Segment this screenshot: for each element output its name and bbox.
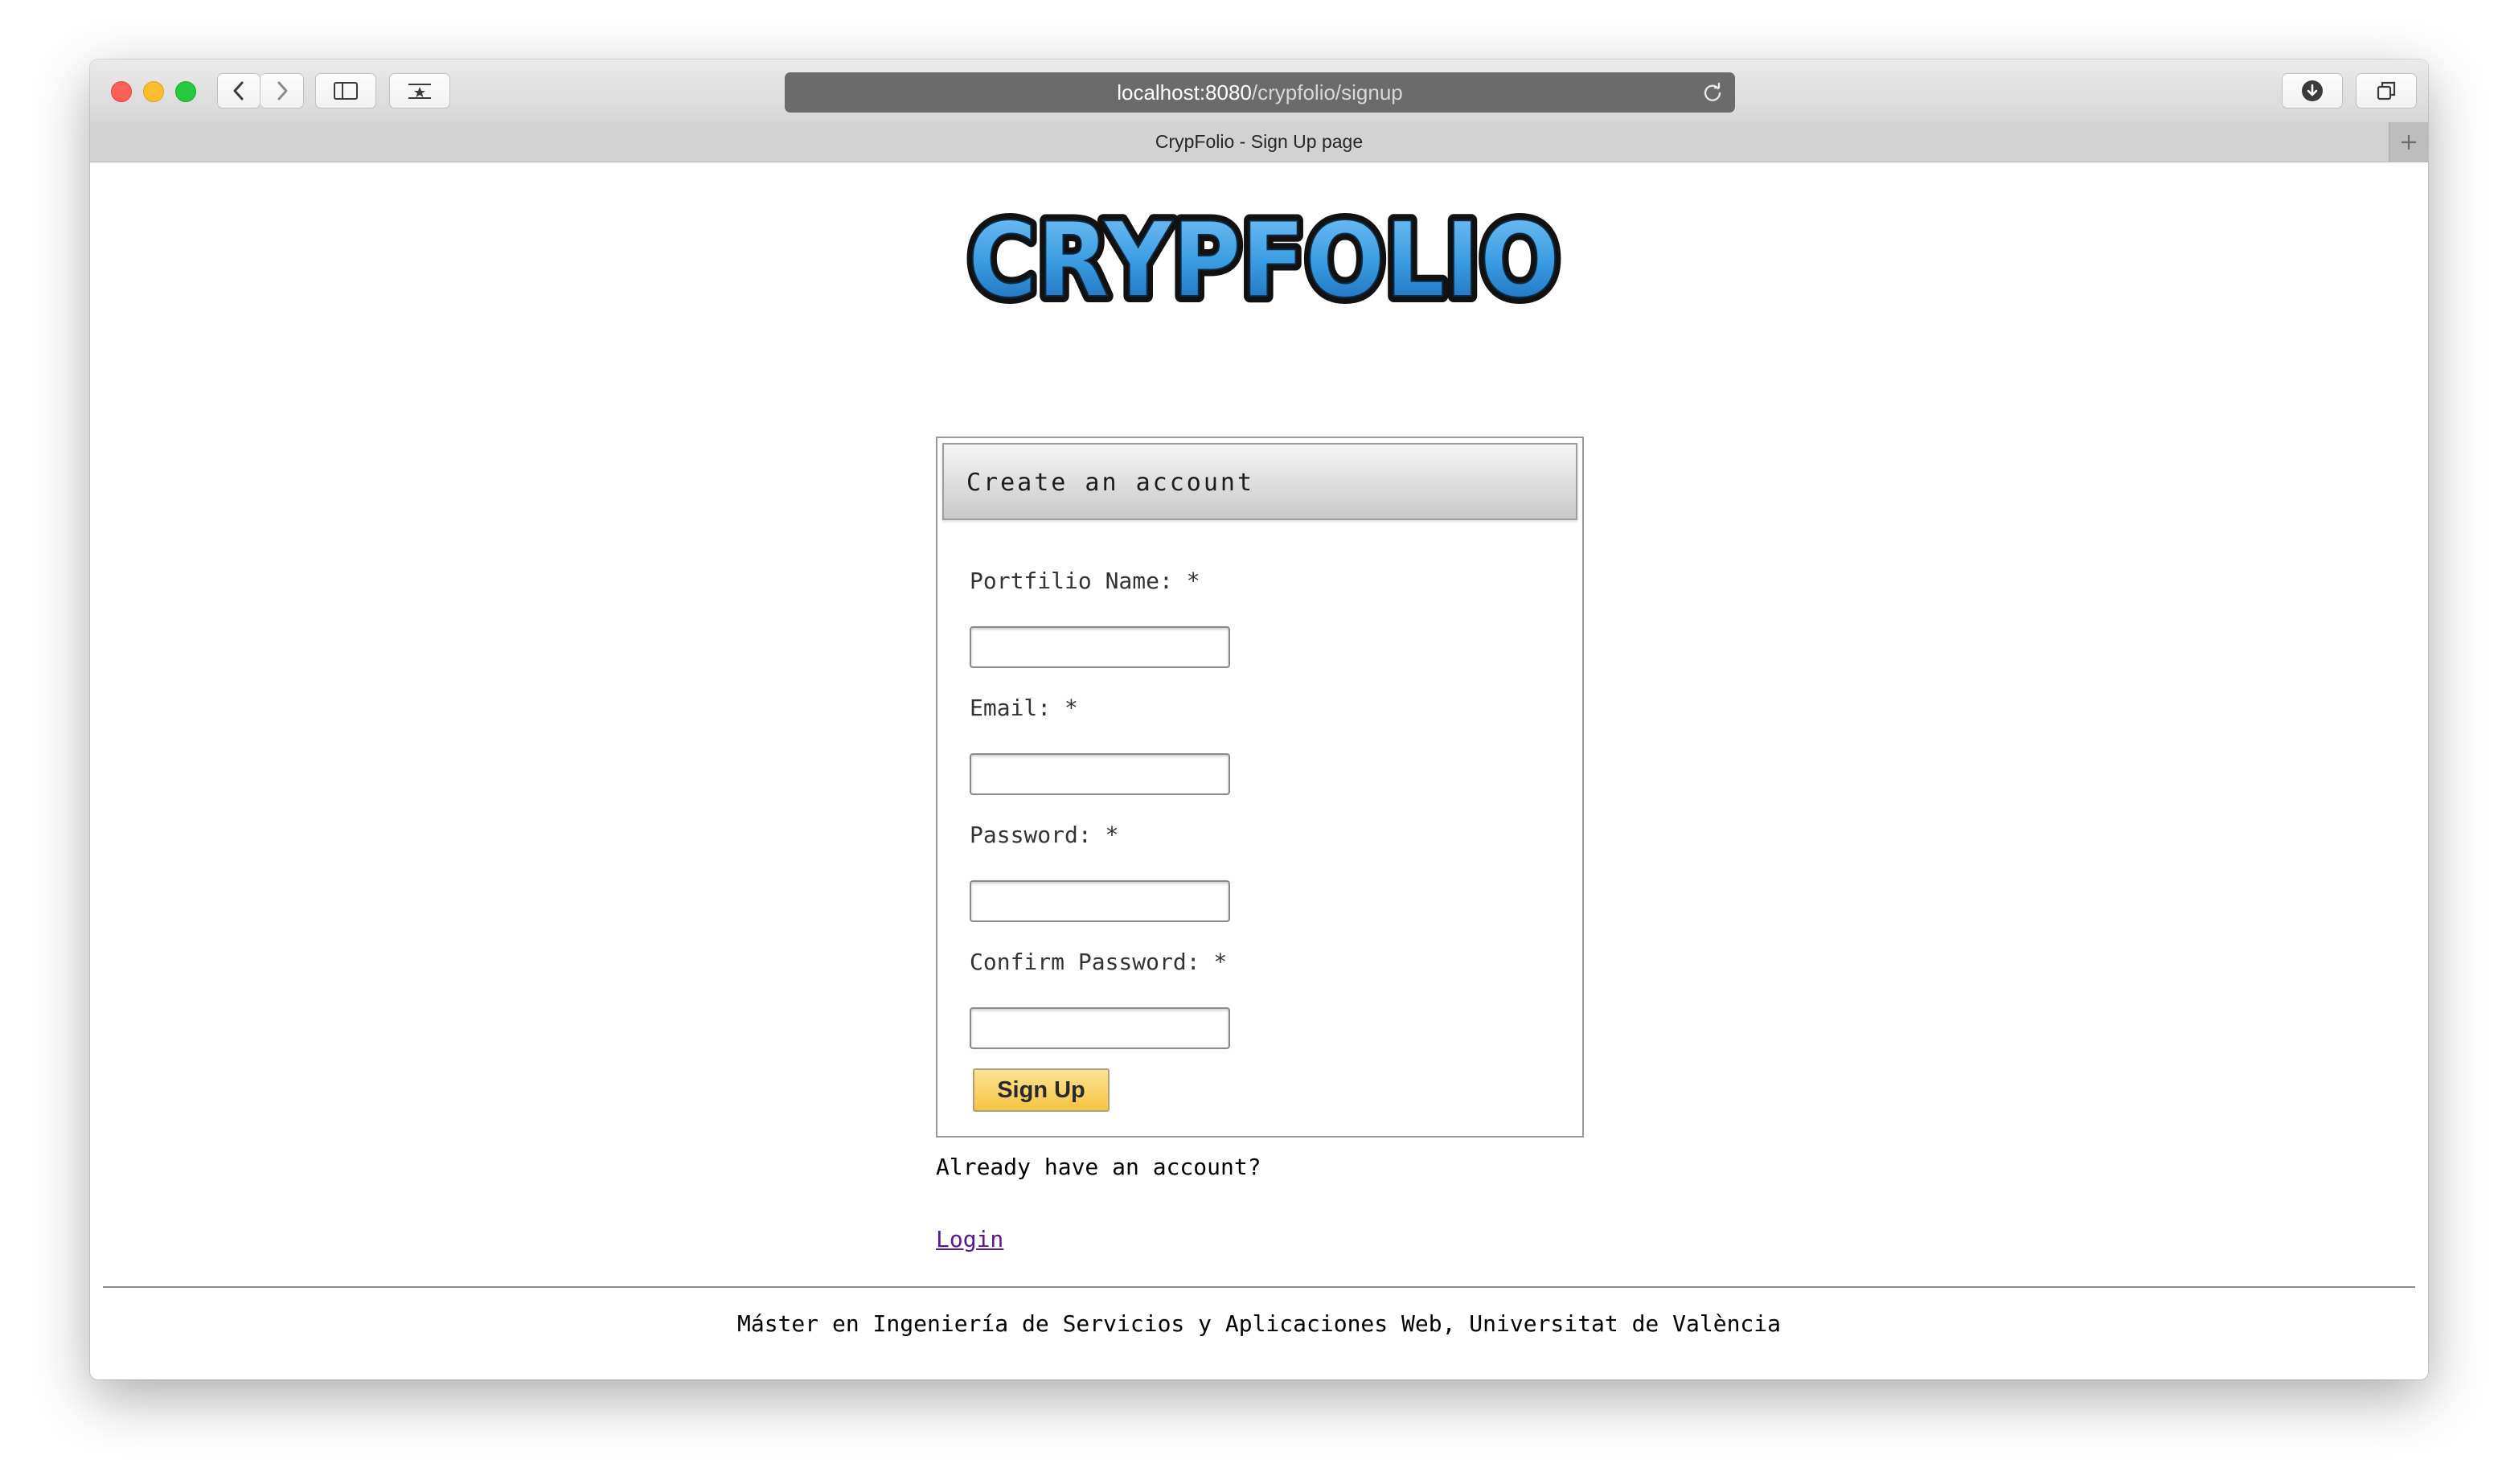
portfolio-name-input[interactable] [970, 626, 1230, 668]
reload-icon[interactable] [1701, 81, 1724, 104]
new-tab-button[interactable] [2389, 122, 2428, 162]
confirm-password-label: Confirm Password: * [970, 949, 1228, 975]
footer-text: Máster en Ingeniería de Servicios y Apli… [736, 1310, 1782, 1337]
browser-toolbar: localhost:8080/crypfolio/signup [90, 59, 2428, 123]
bookmarks-icon [408, 84, 431, 99]
form-title: Create an account [966, 469, 1255, 497]
sidebar-button[interactable] [315, 73, 376, 109]
tab-bar: CrypFolio - Sign Up page [90, 122, 2428, 162]
address-bar[interactable]: localhost:8080/crypfolio/signup [785, 72, 1735, 113]
forward-button[interactable] [260, 73, 304, 109]
footer-divider [103, 1286, 2415, 1288]
tabs-overview-button[interactable] [2356, 73, 2417, 109]
active-tab-title[interactable]: CrypFolio - Sign Up page [1155, 131, 1363, 153]
downloads-button[interactable] [2282, 73, 2343, 109]
email-input[interactable] [970, 753, 1230, 795]
plus-icon [2402, 134, 2416, 150]
download-icon [2302, 80, 2323, 101]
crypfolio-logo: CRYPFOLIO CRYPFOLIO [962, 209, 1566, 314]
email-label: Email: * [970, 695, 1078, 721]
login-link[interactable]: Login [936, 1226, 1003, 1252]
forward-icon [277, 81, 287, 100]
page-content: CRYPFOLIO CRYPFOLIO Create an account Po… [90, 162, 2428, 1379]
url-path: /crypfolio/signup [1251, 80, 1403, 105]
close-window-button[interactable] [111, 81, 132, 102]
browser-window: localhost:8080/crypfolio/signup CrypFoli… [90, 59, 2428, 1379]
form-header: Create an account [942, 443, 1577, 520]
signup-form: Create an account Portfilio Name: * Emai… [936, 437, 1584, 1138]
bookmarks-button[interactable] [389, 73, 450, 109]
back-icon [233, 81, 244, 100]
confirm-password-input[interactable] [970, 1007, 1230, 1049]
tabs-overview-icon [2377, 81, 2396, 100]
minimize-window-button[interactable] [143, 81, 164, 102]
password-label: Password: * [970, 822, 1119, 848]
url-host: localhost:8080 [1117, 80, 1252, 105]
svg-text:CRYPFOLIO: CRYPFOLIO [968, 209, 1560, 314]
zoom-window-button[interactable] [175, 81, 196, 102]
sidebar-icon [334, 82, 358, 100]
sign-up-button[interactable]: Sign Up [973, 1068, 1110, 1112]
password-input[interactable] [970, 880, 1230, 922]
back-button[interactable] [217, 73, 260, 109]
login-prompt: Already have an account? [936, 1154, 1261, 1180]
portfolio-name-label: Portfilio Name: * [970, 568, 1200, 594]
